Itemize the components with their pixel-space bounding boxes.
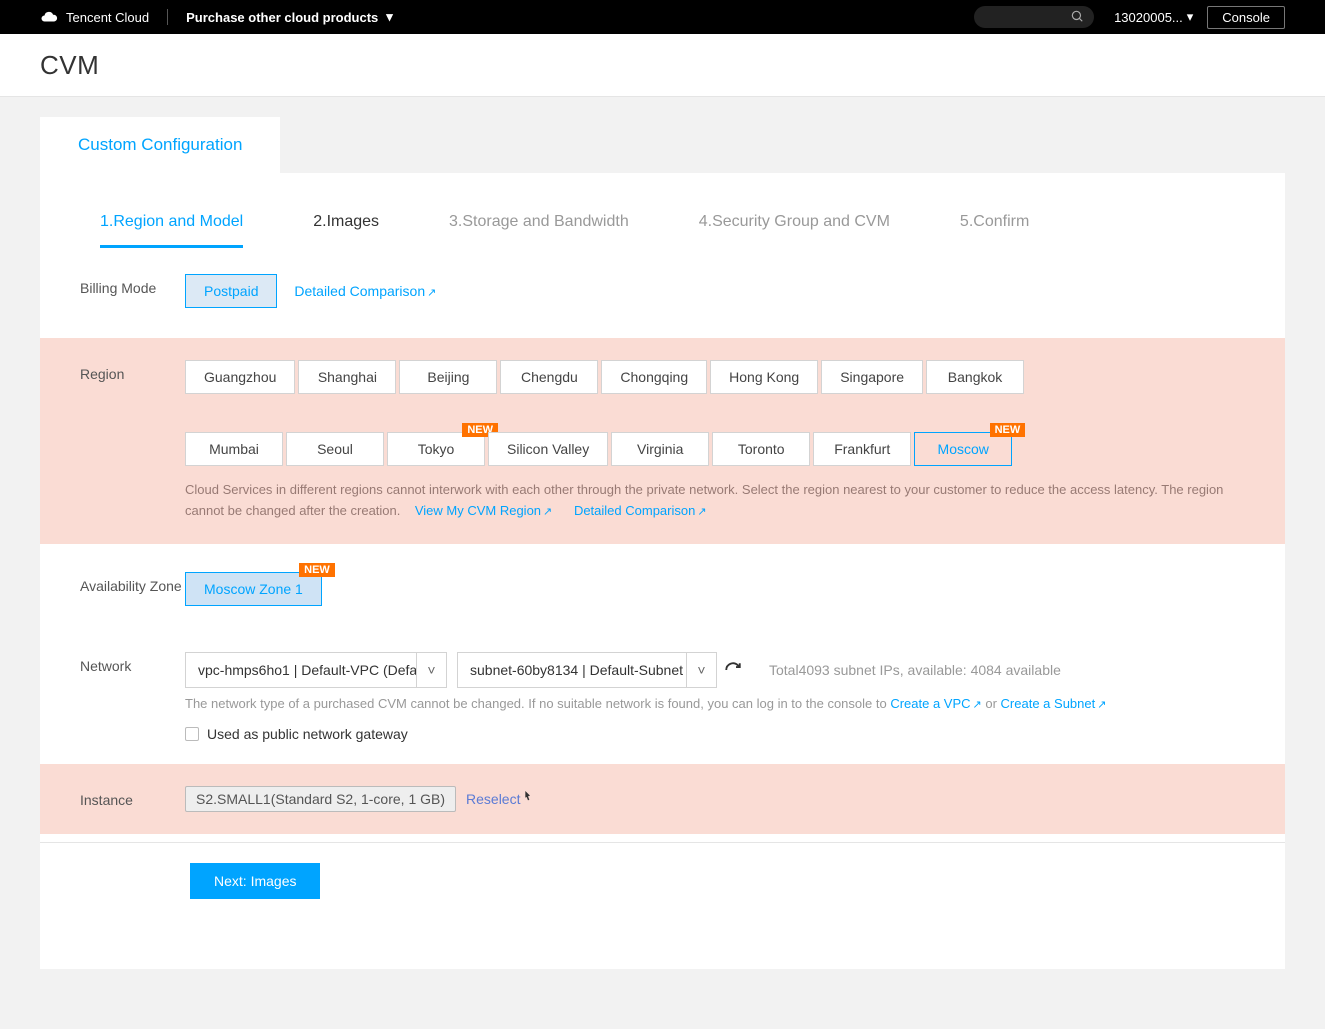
step-images[interactable]: 2.Images xyxy=(313,213,379,248)
refresh-network-button[interactable] xyxy=(717,652,749,688)
products-dropdown[interactable]: Purchase other cloud products ▾ xyxy=(186,9,393,25)
region-frankfurt[interactable]: Frankfurt xyxy=(813,432,911,466)
external-link-icon: ↗ xyxy=(543,506,552,518)
section-availability-zone: Availability Zone Moscow Zone 1 NEW xyxy=(40,544,1285,642)
wizard-steps: 1.Region and Model 2.Images 3.Storage an… xyxy=(40,183,1285,252)
external-link-icon: ↗ xyxy=(973,699,982,711)
config-tabs: Custom Configuration xyxy=(40,117,1285,173)
region-seoul[interactable]: Seoul xyxy=(286,432,384,466)
wizard-footer: Next: Images xyxy=(40,842,1285,919)
user-menu[interactable]: 13020005... ▾ xyxy=(1114,9,1193,25)
new-badge: NEW xyxy=(299,563,335,577)
region-beijing[interactable]: Beijing xyxy=(399,360,497,394)
user-label: 13020005... xyxy=(1114,10,1183,25)
region-tokyo[interactable]: TokyoNEW xyxy=(387,432,485,466)
cursor-pointer-icon xyxy=(518,787,534,810)
region-chengdu[interactable]: Chengdu xyxy=(500,360,598,394)
subnet-ip-info: Total4093 subnet IPs, available: 4084 av… xyxy=(769,662,1061,678)
chevron-down-icon[interactable]: ˅ xyxy=(686,653,716,687)
region-shanghai[interactable]: Shanghai xyxy=(298,360,396,394)
gateway-label: Used as public network gateway xyxy=(207,726,408,742)
region-row-2: MumbaiSeoulTokyoNEWSilicon ValleyVirgini… xyxy=(185,432,1245,474)
region-guangzhou[interactable]: Guangzhou xyxy=(185,360,295,394)
step-storage-bandwidth[interactable]: 3.Storage and Bandwidth xyxy=(449,213,629,248)
top-nav: Tencent Cloud Purchase other cloud produ… xyxy=(0,0,1325,34)
create-vpc-link[interactable]: Create a VPC↗ xyxy=(890,696,981,711)
billing-compare-link[interactable]: Detailed Comparison↗ xyxy=(294,283,436,299)
region-hong-kong[interactable]: Hong Kong xyxy=(710,360,818,394)
region-row-1: GuangzhouShanghaiBeijingChengduChongqing… xyxy=(185,360,1245,402)
next-images-button[interactable]: Next: Images xyxy=(190,863,320,899)
external-link-icon: ↗ xyxy=(427,287,436,299)
brand[interactable]: Tencent Cloud xyxy=(40,8,149,26)
vpc-select[interactable]: vpc-hmps6ho1 | Default-VPC (Default) | ˅ xyxy=(185,652,447,688)
instance-label: Instance xyxy=(80,786,185,812)
chevron-down-icon: ▾ xyxy=(386,9,393,25)
region-label: Region xyxy=(80,360,185,522)
section-region: Region GuangzhouShanghaiBeijingChengduCh… xyxy=(40,338,1285,544)
region-help: Cloud Services in different regions cann… xyxy=(185,480,1245,522)
step-confirm[interactable]: 5.Confirm xyxy=(960,213,1029,248)
region-silicon-valley[interactable]: Silicon Valley xyxy=(488,432,608,466)
new-badge: NEW xyxy=(990,423,1026,437)
step-region-model[interactable]: 1.Region and Model xyxy=(100,213,243,248)
nav-divider xyxy=(167,9,168,25)
search-icon xyxy=(1070,9,1084,26)
az-label: Availability Zone xyxy=(80,572,185,614)
gateway-checkbox[interactable] xyxy=(185,727,199,741)
chevron-down-icon: ▾ xyxy=(1187,9,1194,25)
create-subnet-link[interactable]: Create a Subnet↗ xyxy=(1001,696,1107,711)
region-toronto[interactable]: Toronto xyxy=(712,432,810,466)
region-compare-link[interactable]: Detailed Comparison↗ xyxy=(574,503,707,518)
region-singapore[interactable]: Singapore xyxy=(821,360,923,394)
external-link-icon: ↗ xyxy=(1097,699,1106,711)
region-virginia[interactable]: Virginia xyxy=(611,432,709,466)
brand-text: Tencent Cloud xyxy=(66,10,149,25)
region-mumbai[interactable]: Mumbai xyxy=(185,432,283,466)
cloud-logo-icon xyxy=(40,8,58,26)
region-moscow[interactable]: MoscowNEW xyxy=(914,432,1012,466)
page-header: CVM xyxy=(0,34,1325,97)
products-label: Purchase other cloud products xyxy=(186,10,378,25)
tab-custom-configuration[interactable]: Custom Configuration xyxy=(40,117,280,173)
subnet-select[interactable]: subnet-60by8134 | Default-Subnet (Defa ˅ xyxy=(457,652,717,688)
view-my-cvm-region-link[interactable]: View My CVM Region↗ xyxy=(415,503,552,518)
console-button[interactable]: Console xyxy=(1207,6,1285,29)
az-moscow-zone-1[interactable]: Moscow Zone 1 NEW xyxy=(185,572,322,606)
region-chongqing[interactable]: Chongqing xyxy=(601,360,707,394)
section-instance: Instance S2.SMALL1(Standard S2, 1-core, … xyxy=(40,764,1285,834)
billing-postpaid[interactable]: Postpaid xyxy=(185,274,277,308)
section-billing: Billing Mode Postpaid Detailed Compariso… xyxy=(40,252,1285,338)
step-security-cvm[interactable]: 4.Security Group and CVM xyxy=(699,213,890,248)
instance-chip: S2.SMALL1(Standard S2, 1-core, 1 GB) xyxy=(185,786,456,812)
config-panel: 1.Region and Model 2.Images 3.Storage an… xyxy=(40,173,1285,969)
region-bangkok[interactable]: Bangkok xyxy=(926,360,1024,394)
chevron-down-icon[interactable]: ˅ xyxy=(416,653,446,687)
network-label: Network xyxy=(80,652,185,743)
page-title: CVM xyxy=(40,50,99,81)
billing-label: Billing Mode xyxy=(80,274,185,316)
section-network: Network vpc-hmps6ho1 | Default-VPC (Defa… xyxy=(40,642,1285,765)
network-help: The network type of a purchased CVM cann… xyxy=(185,694,1245,715)
external-link-icon: ↗ xyxy=(697,506,706,518)
instance-reselect-link[interactable]: Reselect xyxy=(466,791,520,807)
subnet-value: subnet-60by8134 | Default-Subnet (Defa xyxy=(458,653,686,687)
vpc-value: vpc-hmps6ho1 | Default-VPC (Default) | xyxy=(186,653,416,687)
gateway-checkbox-row[interactable]: Used as public network gateway xyxy=(185,726,1245,742)
search-box[interactable] xyxy=(974,6,1094,28)
